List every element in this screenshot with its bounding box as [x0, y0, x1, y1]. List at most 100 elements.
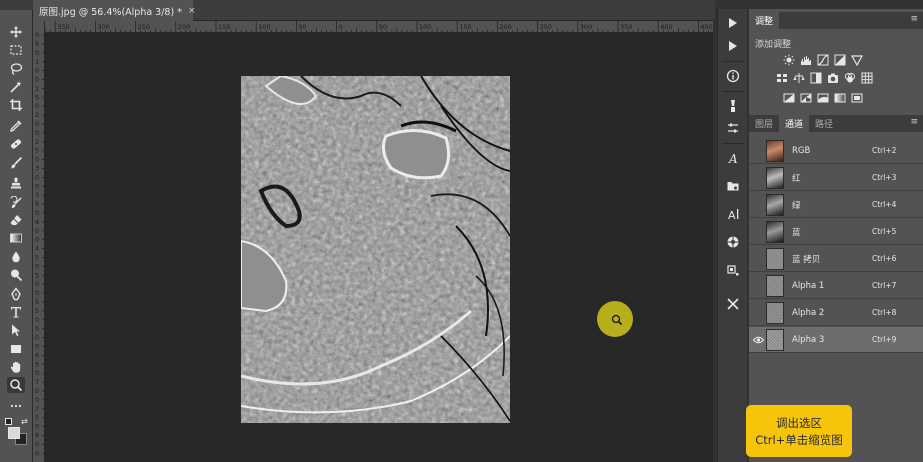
selective-color-icon[interactable]: [851, 92, 863, 104]
pen-tool[interactable]: [7, 286, 25, 302]
actions-panel-button[interactable]: [724, 37, 742, 55]
visibility-toggle[interactable]: [751, 172, 765, 184]
info-panel-button[interactable]: [724, 67, 742, 85]
canvas-area[interactable]: [45, 33, 713, 462]
character-panel-button[interactable]: A: [724, 149, 742, 167]
panel-menu-icon[interactable]: ≡: [910, 14, 918, 24]
brightness-icon[interactable]: [783, 54, 795, 66]
marquee-tool[interactable]: [7, 42, 25, 58]
channel-thumbnail-alpha-3[interactable]: [766, 328, 784, 351]
alpha-channel-image[interactable]: [241, 76, 510, 423]
vertical-ruler[interactable]: 0501001502002503003504004505005506006507…: [33, 21, 45, 462]
glyphs-panel-button[interactable]: [724, 261, 742, 279]
visibility-toggle[interactable]: [751, 334, 765, 346]
ruler-label: 8: [35, 432, 39, 440]
visibility-toggle[interactable]: [751, 226, 765, 238]
brush-tool[interactable]: [7, 155, 25, 171]
hue-saturation-icon[interactable]: [776, 72, 788, 84]
ruler-label: 0: [35, 316, 39, 324]
channel-thumbnail-rgb[interactable]: [766, 139, 784, 162]
channel-row-alpha-1[interactable]: Alpha 1 Ctrl+7: [749, 273, 923, 299]
channel-row-green[interactable]: 绿 Ctrl+4: [749, 192, 923, 218]
invert-icon[interactable]: [783, 92, 795, 104]
eraser-tool[interactable]: [7, 212, 25, 228]
gradient-tool[interactable]: [7, 230, 25, 246]
foreground-color-swatch[interactable]: [8, 427, 20, 439]
channel-row-blue[interactable]: 蓝 Ctrl+5: [749, 219, 923, 245]
path-select-tool[interactable]: [7, 322, 25, 338]
visibility-toggle[interactable]: [751, 145, 765, 157]
color-balance-icon[interactable]: [793, 72, 805, 84]
posterize-icon[interactable]: [800, 92, 812, 104]
crop-tool[interactable]: [7, 97, 25, 113]
visibility-toggle[interactable]: [751, 280, 765, 292]
properties-panel-button[interactable]: [724, 119, 742, 137]
close-icon[interactable]: ×: [188, 6, 196, 16]
channels-panel-menu-icon[interactable]: ≡: [910, 117, 918, 127]
channel-thumbnail-green[interactable]: [766, 193, 784, 216]
horizontal-ruler[interactable]: 400 350 300 250 200 150 100 50 0 50 100 150 200 250 30…: [45, 21, 713, 33]
libraries-panel-button[interactable]: [724, 177, 742, 195]
color-swatches[interactable]: ⇄: [5, 418, 29, 448]
info-icon: [726, 69, 740, 83]
move-tool[interactable]: [7, 24, 25, 40]
healing-brush-tool[interactable]: [7, 136, 25, 152]
black-white-icon[interactable]: [810, 72, 822, 84]
visibility-toggle[interactable]: [751, 307, 765, 319]
brush-settings-button[interactable]: [724, 97, 742, 115]
channel-row-blue-copy[interactable]: 蓝 拷贝 Ctrl+6: [749, 246, 923, 272]
paragraph-panel-button[interactable]: A: [724, 205, 742, 223]
tab-adjustments[interactable]: 调整: [749, 12, 780, 29]
styles-panel-button[interactable]: [724, 233, 742, 251]
tool-presets-button[interactable]: [724, 295, 742, 313]
hand-tool[interactable]: [7, 359, 25, 375]
ruler-label: 150: [459, 23, 471, 31]
dodge-tool[interactable]: [7, 267, 25, 283]
lasso-icon: [10, 63, 23, 76]
right-panel-dock: 调整 ≡ 添加调整 图层 通道 路径 ≡ RGB Ctrl+2 红 Ctrl+3…: [749, 9, 923, 462]
zoom-tool[interactable]: [7, 377, 25, 393]
channel-thumbnail-blue[interactable]: [766, 220, 784, 243]
channel-row-alpha-3[interactable]: Alpha 3 Ctrl+9: [749, 327, 923, 353]
tab-paths[interactable]: 路径: [809, 115, 839, 132]
threshold-icon[interactable]: [817, 92, 829, 104]
aperture-icon: [727, 236, 739, 248]
history-panel-button[interactable]: [724, 14, 742, 32]
toolbar-grip[interactable]: [0, 0, 33, 10]
visibility-toggle[interactable]: [751, 253, 765, 265]
swap-colors-icon[interactable]: ⇄: [21, 418, 28, 426]
channel-row-alpha-2[interactable]: Alpha 2 Ctrl+8: [749, 300, 923, 326]
bandage-icon: [10, 139, 22, 149]
eyedropper-tool[interactable]: [7, 118, 25, 134]
tab-channels[interactable]: 通道: [779, 115, 810, 132]
more-tools[interactable]: [7, 398, 25, 414]
visibility-toggle[interactable]: [751, 199, 765, 211]
channel-thumbnail-alpha-1[interactable]: [766, 274, 784, 297]
lasso-tool[interactable]: [7, 61, 25, 77]
channel-thumbnail-blue-copy[interactable]: [766, 247, 784, 270]
crossed-tools-icon: [727, 298, 739, 310]
channel-mixer-icon[interactable]: [844, 72, 856, 84]
gradient-map-icon[interactable]: [834, 92, 846, 104]
curves-icon[interactable]: [817, 54, 829, 66]
channel-thumbnail-red[interactable]: [766, 166, 784, 189]
channel-row-rgb[interactable]: RGB Ctrl+2: [749, 138, 923, 164]
channel-name: RGB: [792, 145, 811, 156]
photo-filter-icon[interactable]: [827, 72, 839, 84]
levels-icon[interactable]: [800, 54, 812, 66]
shape-tool[interactable]: [7, 341, 25, 357]
document-tab[interactable]: 原图.jpg @ 56.4%(Alpha 3/8) * ×: [33, 0, 196, 21]
color-lookup-icon[interactable]: [861, 72, 873, 84]
quick-select-tool[interactable]: [7, 79, 25, 95]
exposure-icon[interactable]: [834, 54, 846, 66]
default-colors-icon[interactable]: [5, 418, 12, 425]
history-brush-tool[interactable]: [7, 195, 25, 211]
type-tool[interactable]: [7, 304, 25, 320]
channel-row-red[interactable]: 红 Ctrl+3: [749, 165, 923, 191]
channel-thumbnail-alpha-2[interactable]: [766, 301, 784, 324]
vibrance-icon[interactable]: [851, 54, 863, 66]
crop-icon: [10, 99, 22, 111]
tab-layers[interactable]: 图层: [749, 115, 779, 132]
clone-stamp-tool[interactable]: [7, 175, 25, 191]
blur-tool[interactable]: [7, 249, 25, 265]
